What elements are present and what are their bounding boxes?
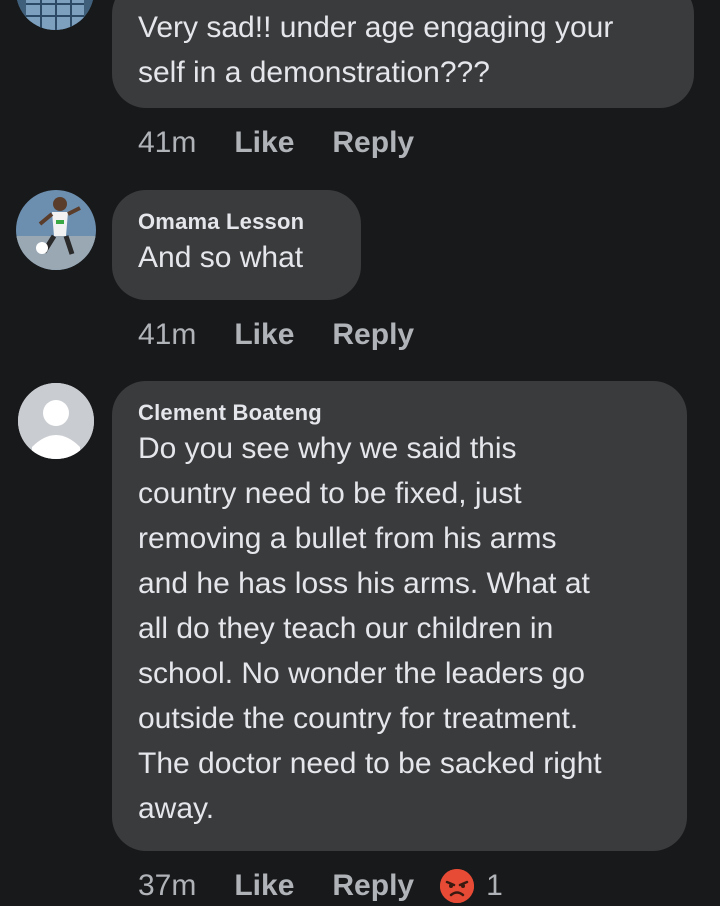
comment-text-line: all do they teach our children in — [138, 612, 554, 645]
reaction-count: 1 — [486, 869, 503, 902]
reply-button[interactable]: Reply — [332, 318, 414, 352]
comment-actions-1: 41m Like Reply — [138, 123, 452, 163]
angry-reaction-icon — [440, 869, 475, 903]
comment-bubble-2: Omama Lesson And so what — [112, 190, 361, 300]
comment-text-line: away. — [138, 792, 215, 825]
comment-text-line: country need to be fixed, just — [138, 477, 522, 510]
comment-bubble-3: Clement Boateng Do you see why we said t… — [112, 381, 687, 851]
comment-author[interactable]: Omama Lesson — [138, 209, 361, 235]
reaction-summary[interactable]: 1 — [440, 869, 503, 903]
avatar-photo — [16, 0, 94, 30]
comment-text-line: Very sad!! under age engaging your — [138, 11, 614, 44]
comment-actions-2: 41m Like Reply — [138, 315, 452, 355]
comment-text-line: self in a demonstration??? — [138, 56, 490, 89]
reply-button[interactable]: Reply — [332, 126, 414, 160]
like-button[interactable]: Like — [234, 869, 294, 903]
commenter-avatar-2[interactable] — [16, 190, 96, 270]
comment-timestamp: 41m — [138, 318, 197, 351]
comment-timestamp: 41m — [138, 126, 197, 159]
comment-text-line: And so what — [138, 241, 304, 274]
comment-author[interactable]: Clement Boateng — [138, 400, 687, 426]
default-profile-icon — [18, 383, 94, 459]
comment-text-line: outside the country for treatment. — [138, 702, 579, 735]
like-button[interactable]: Like — [234, 318, 294, 352]
comment-text-line: school. No wonder the leaders go — [138, 657, 585, 690]
comment-bubble-1: Very sad!! under age engaging your self … — [112, 0, 694, 108]
comment-text-line: removing a bullet from his arms — [138, 522, 557, 555]
avatar-photo — [16, 190, 96, 270]
reply-button[interactable]: Reply — [332, 869, 414, 903]
like-button[interactable]: Like — [234, 126, 294, 160]
comment-text-line: and he has loss his arms. What at — [138, 567, 590, 600]
commenter-avatar-1[interactable] — [16, 0, 94, 30]
comment-actions-3: 37m Like Reply 1 — [138, 866, 503, 906]
comment-text-line: Do you see why we said this — [138, 432, 517, 465]
comment-text-line: The doctor need to be sacked right — [138, 747, 602, 780]
comment-timestamp: 37m — [138, 869, 197, 902]
commenter-avatar-3[interactable] — [16, 381, 96, 461]
